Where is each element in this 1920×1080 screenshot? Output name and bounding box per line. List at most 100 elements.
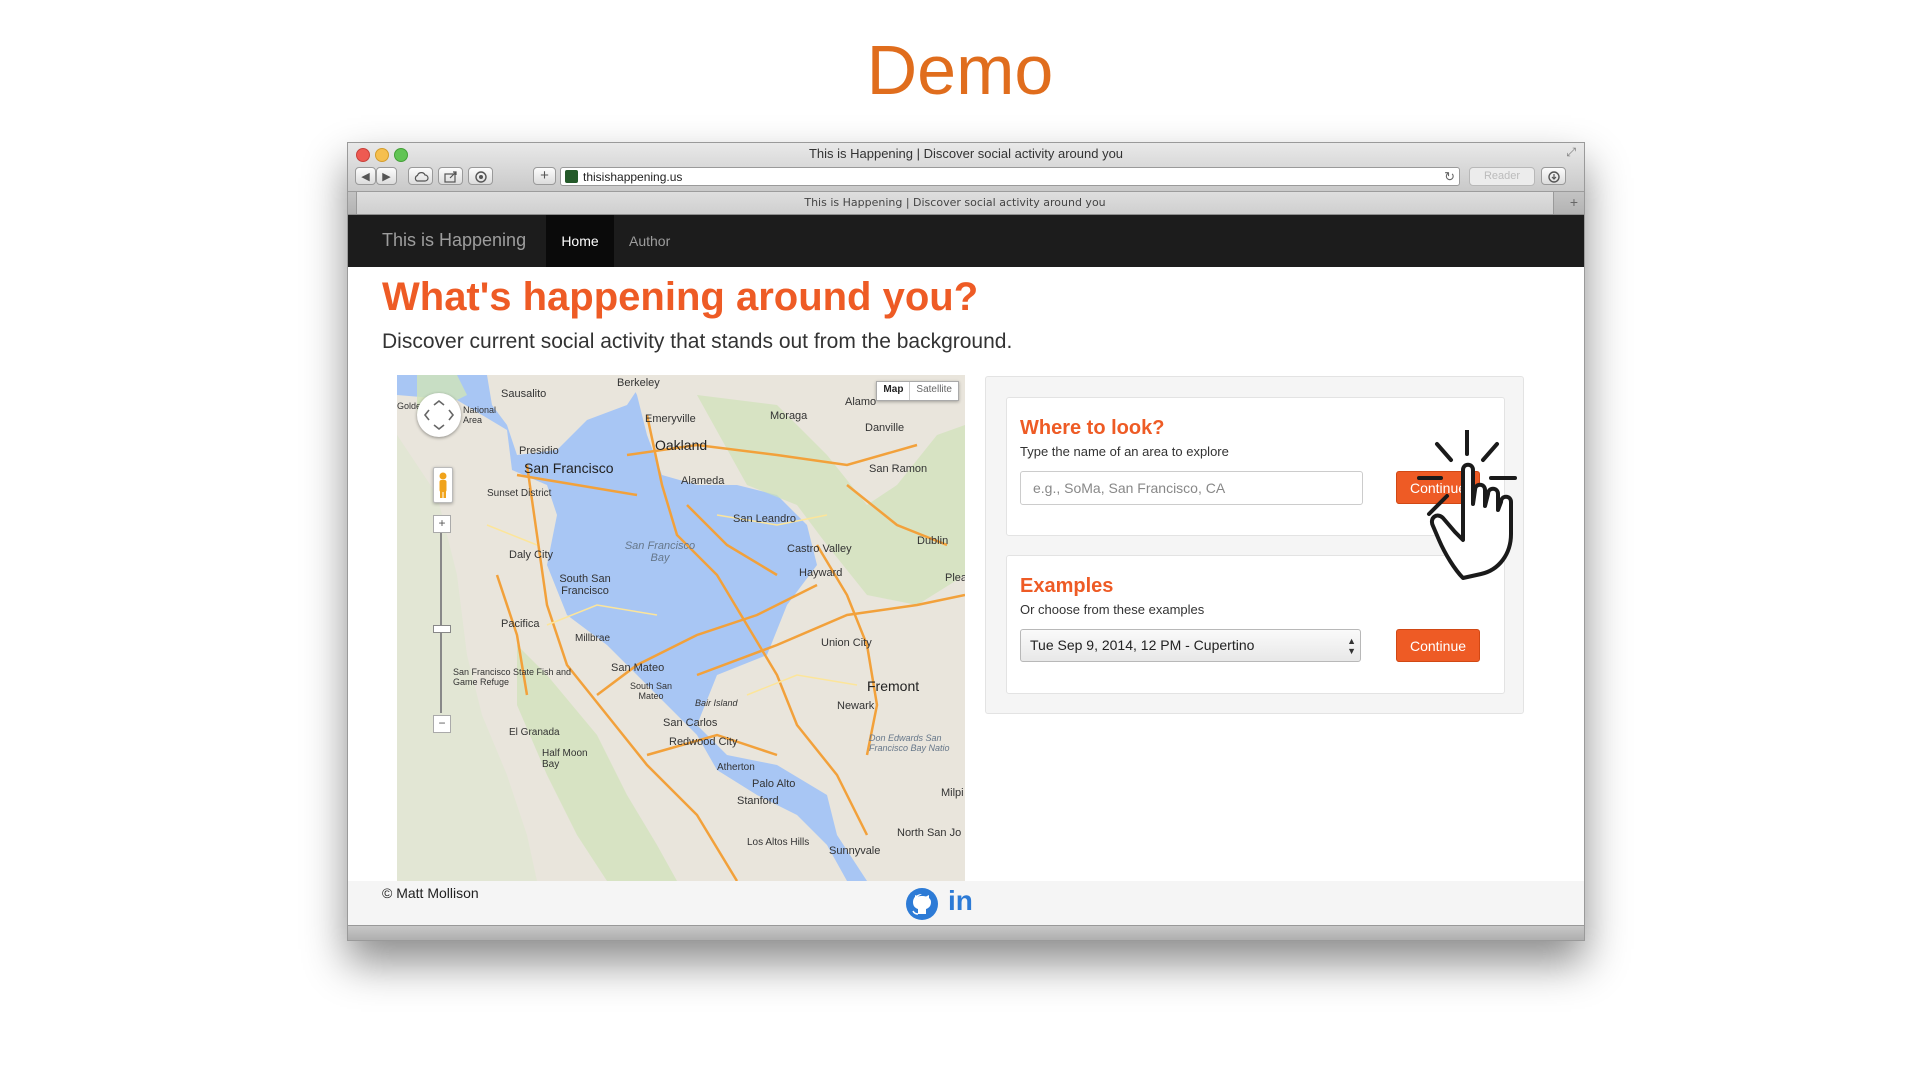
map-label: Atherton: [717, 762, 755, 773]
map-label: Milpi: [941, 787, 964, 799]
forward-button[interactable]: ▶: [376, 167, 397, 185]
map-label: Presidio: [519, 445, 559, 457]
forward-icon: ▶: [382, 171, 391, 183]
map-label: Berkeley: [617, 377, 660, 389]
shield-icon: [474, 171, 487, 183]
downloads-button[interactable]: [1541, 167, 1566, 185]
map-label: San Francisco Bay: [624, 540, 696, 564]
map-type-map[interactable]: Map: [877, 382, 911, 400]
plus-icon: +: [540, 167, 549, 184]
map-label: El Granada: [509, 727, 560, 738]
slide-title: Demo: [866, 31, 1054, 109]
map-label: Stanford: [737, 795, 779, 807]
map-type-satellite[interactable]: Satellite: [910, 382, 958, 400]
map-label: South San Francisco: [559, 573, 611, 597]
examples-select[interactable]: Tue Sep 9, 2014, 12 PM - Cupertino ▲ ▼: [1020, 629, 1361, 662]
map-label: Sunset District: [487, 488, 552, 499]
map-label: San Leandro: [733, 513, 796, 525]
site-favicon: [565, 170, 578, 183]
browser-status-bar: [348, 925, 1584, 940]
nav-item-author[interactable]: Author: [629, 215, 670, 267]
footer-copyright: © Matt Mollison: [382, 885, 479, 901]
map-label: Palo Alto: [752, 778, 796, 790]
examples-card-subtitle: Or choose from these examples: [1020, 602, 1205, 617]
map-label: Pacifica: [501, 618, 540, 630]
map-label: San Ramon: [869, 463, 928, 475]
map-label: National Area: [463, 405, 497, 425]
map-label: Plea: [945, 572, 965, 584]
linkedin-icon[interactable]: in: [948, 885, 973, 917]
page-title: What's happening around you?: [382, 275, 979, 319]
page-footer: © Matt Mollison in: [348, 881, 1584, 925]
reader-button[interactable]: Reader: [1469, 167, 1535, 186]
map-label: Fremont: [867, 678, 920, 694]
map-label: South San Mateo: [629, 681, 673, 701]
map-label: Hayward: [799, 567, 843, 579]
map[interactable]: Berkeley Sausalito Emeryville Moraga Ala…: [397, 375, 965, 881]
area-search-input[interactable]: [1020, 471, 1363, 505]
tap-cursor-icon: [1417, 430, 1517, 580]
browser-toolbar: This is Happening | Discover social acti…: [348, 143, 1584, 192]
share-icon: [443, 171, 457, 183]
map-label: Daly City: [509, 549, 554, 561]
navbar-brand[interactable]: This is Happening: [382, 230, 526, 251]
add-tab-icon[interactable]: +: [1570, 192, 1578, 212]
icloud-tabs-button[interactable]: [408, 167, 433, 185]
map-type-toggle[interactable]: Map Satellite: [876, 381, 959, 401]
back-button[interactable]: ◀: [355, 167, 376, 185]
map-label: Emeryville: [645, 413, 696, 425]
map-label: Castro Valley: [787, 543, 852, 555]
address-url[interactable]: thisishappening.us: [583, 170, 682, 184]
map-label: San Mateo: [611, 662, 665, 674]
examples-card-title: Examples: [1020, 575, 1114, 597]
search-card-title: Where to look?: [1020, 417, 1165, 439]
window-title: This is Happening | Discover social acti…: [808, 146, 1124, 161]
github-icon[interactable]: [905, 887, 939, 921]
page-subtitle: Discover current social activity that st…: [382, 330, 1013, 353]
fullscreen-icon[interactable]: ⤢: [1566, 145, 1576, 160]
map-label: San Carlos: [663, 717, 718, 729]
map-label: Bair Island: [695, 698, 738, 708]
pegman-icon: [439, 472, 447, 498]
map-label: Sunnyvale: [829, 845, 881, 857]
site-navbar: This is Happening Home Author: [348, 215, 1584, 267]
nav-item-home[interactable]: Home: [546, 215, 614, 267]
privacy-button[interactable]: [468, 167, 493, 185]
examples-select-value: Tue Sep 9, 2014, 12 PM - Cupertino: [1030, 637, 1255, 653]
map-label: Millbrae: [575, 633, 611, 644]
new-tab-button[interactable]: +: [533, 167, 556, 185]
download-icon: [1547, 171, 1560, 183]
zoom-in-button[interactable]: +: [433, 515, 451, 533]
reload-icon[interactable]: ↻: [1444, 169, 1455, 185]
map-label: Oakland: [655, 437, 708, 453]
map-label: Dublin: [917, 535, 949, 547]
map-label: Alameda: [681, 475, 725, 487]
zoom-slider-handle[interactable]: [433, 625, 451, 633]
zoom-slider-track[interactable]: [440, 533, 442, 713]
map-label: San Francisco: [524, 460, 614, 476]
search-card-subtitle: Type the name of an area to explore: [1020, 444, 1229, 459]
map-label: Newark: [837, 700, 875, 712]
examples-continue-button[interactable]: Continue: [1396, 629, 1480, 662]
pan-arrows-icon: [423, 399, 455, 431]
back-icon: ◀: [361, 171, 370, 183]
map-label: Moraga: [770, 410, 808, 422]
address-bar[interactable]: thisishappening.us ↻: [560, 167, 1460, 186]
map-label: North San Jo: [897, 827, 962, 839]
zoom-out-button[interactable]: −: [433, 715, 451, 733]
map-label: Los Altos Hills: [747, 837, 810, 848]
tab-active[interactable]: This is Happening | Discover social acti…: [356, 192, 1554, 214]
street-view-pegman[interactable]: [433, 467, 453, 503]
map-label: Sausalito: [501, 388, 547, 400]
pan-control[interactable]: [417, 393, 461, 437]
cloud-icon: [414, 172, 429, 182]
tab-bar: This is Happening | Discover social acti…: [348, 192, 1584, 215]
map-label: Danville: [865, 422, 905, 434]
map-label: San Francisco State Fish and Game Refuge: [453, 667, 572, 687]
map-label: Half Moon Bay: [542, 748, 588, 770]
map-label: Don Edwards San Francisco Bay Natio: [869, 733, 950, 753]
select-arrows-icon: ▲ ▼: [1347, 636, 1356, 656]
share-button[interactable]: [438, 167, 463, 185]
map-label: Redwood City: [669, 736, 738, 748]
map-label: Union City: [821, 637, 872, 649]
